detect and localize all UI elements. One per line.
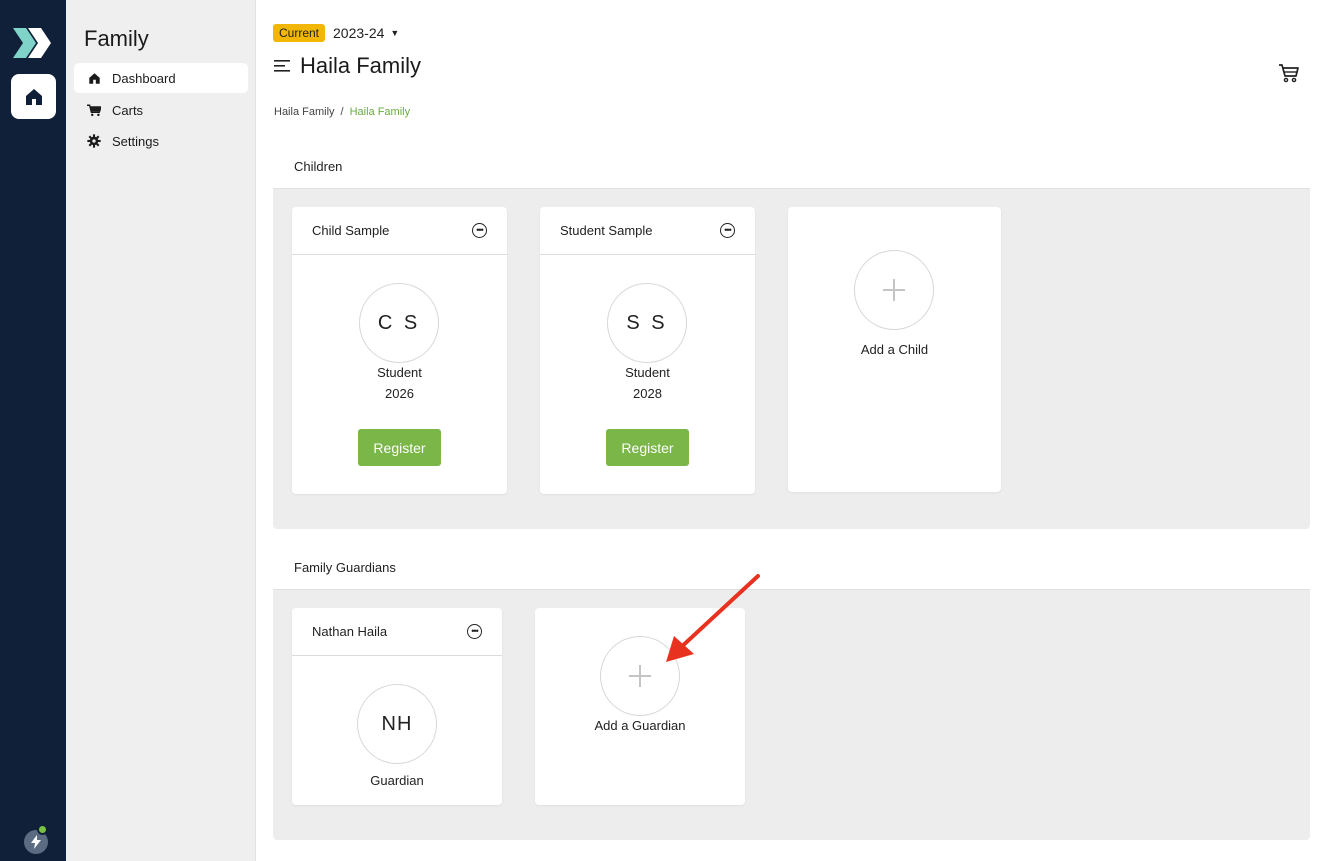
guardian-name: Nathan Haila (312, 624, 388, 639)
add-guardian-button[interactable] (600, 636, 680, 716)
register-button[interactable]: Register (606, 429, 689, 466)
home-icon (86, 70, 102, 86)
avatar: C S (359, 283, 439, 363)
online-status-dot (37, 824, 48, 835)
card-header: Student Sample ••• (540, 207, 755, 255)
plus-icon (883, 279, 905, 301)
sidebar-item-carts[interactable]: Carts (74, 95, 248, 125)
card-header: Nathan Haila ••• (292, 608, 502, 656)
page-title: Haila Family (300, 53, 422, 78)
page-title-row: Haila Family (274, 53, 421, 79)
sidebar-item-label: Carts (112, 102, 144, 118)
sidebar-item-dashboard[interactable]: Dashboard (74, 63, 248, 93)
cart-icon[interactable] (1278, 62, 1300, 84)
children-section: Children Child Sample ••• C S Student 20… (273, 144, 1310, 529)
sidebar-item-label: Settings (112, 133, 159, 149)
guardian-card: Nathan Haila ••• NH Guardian (292, 608, 502, 805)
add-guardian-card[interactable]: Add a Guardian (535, 608, 745, 805)
more-options-icon[interactable]: ••• (720, 223, 735, 238)
section-title: Family Guardians (273, 545, 1310, 590)
add-child-label: Add a Child (860, 342, 929, 357)
child-card: Student Sample ••• S S Student 2028 Regi… (540, 207, 755, 494)
app-logo[interactable] (13, 28, 53, 58)
child-role: Student (625, 365, 670, 380)
graduation-year: 2028 (633, 386, 662, 401)
section-title: Children (273, 144, 1310, 189)
guardian-role: Guardian (370, 773, 424, 788)
child-name: Student Sample (560, 223, 653, 238)
sidebar-title: Family (84, 26, 149, 51)
sidebar-item-label: Dashboard (112, 70, 176, 86)
home-icon (25, 88, 42, 105)
plus-icon (629, 665, 651, 687)
avatar: S S (607, 283, 687, 363)
child-name: Child Sample (312, 223, 390, 238)
sidebar: Family Dashboard Carts Settings (66, 0, 256, 861)
breadcrumb-link[interactable]: Haila Family (274, 106, 335, 118)
sidebar-item-settings[interactable]: Settings (74, 126, 248, 156)
caret-down-icon: ▼ (390, 28, 400, 38)
card-header: Child Sample ••• (292, 207, 507, 255)
lightning-icon (31, 835, 41, 849)
more-options-icon[interactable]: ••• (467, 624, 482, 639)
app-rail (0, 0, 66, 861)
current-badge: Current (273, 24, 326, 42)
school-year: 2023-24 (333, 25, 385, 41)
more-options-icon[interactable]: ••• (472, 223, 487, 238)
breadcrumb: Haila Family / Haila Family (274, 106, 411, 118)
breadcrumb-current: Haila Family (349, 106, 411, 118)
child-role: Student (377, 365, 422, 380)
add-child-button[interactable] (854, 250, 934, 330)
guardians-section: Family Guardians Nathan Haila ••• NH Gua… (273, 545, 1310, 840)
child-card: Child Sample ••• C S Student 2026 Regist… (292, 207, 507, 494)
rail-home-button[interactable] (11, 74, 56, 119)
register-button[interactable]: Register (358, 429, 441, 466)
graduation-year: 2026 (385, 386, 414, 401)
year-selector[interactable]: Current 2023-24 ▼ (273, 24, 399, 42)
cart-icon (86, 102, 102, 118)
menu-icon[interactable] (274, 60, 290, 72)
add-child-card[interactable]: Add a Child (788, 207, 1001, 492)
main-content: Current 2023-24 ▼ Haila Family Haila Fam… (256, 0, 1328, 861)
avatar: NH (357, 684, 437, 764)
gear-icon (86, 133, 102, 149)
add-guardian-label: Add a Guardian (594, 718, 686, 733)
